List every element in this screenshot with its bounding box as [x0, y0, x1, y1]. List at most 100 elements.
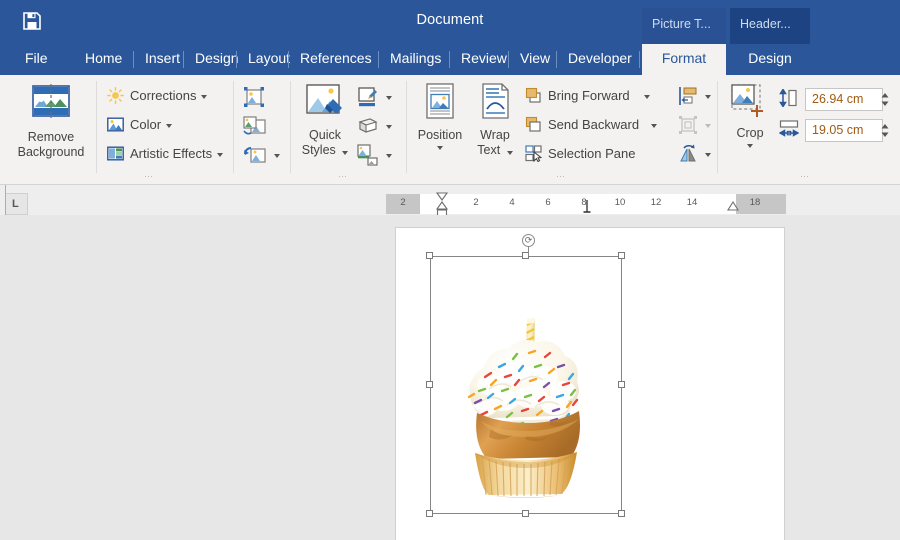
resize-handle-middle-left[interactable]	[426, 381, 433, 388]
bring-forward-button[interactable]: Bring Forward	[525, 87, 650, 104]
wrap-text-label-line2: Text	[477, 143, 501, 157]
chevron-down-icon[interactable]	[437, 146, 443, 150]
group-separator	[406, 81, 407, 173]
contextual-group-picture-tools: Picture T...	[642, 8, 726, 44]
height-spinner[interactable]	[879, 88, 891, 111]
chevron-down-icon[interactable]	[651, 123, 658, 128]
chevron-down-icon	[705, 124, 711, 128]
chevron-down-icon[interactable]	[386, 96, 392, 100]
chevron-down-icon[interactable]	[386, 154, 392, 158]
send-backward-icon	[525, 116, 541, 132]
wrap-text-button[interactable]: Wrap Text	[470, 83, 520, 158]
tab-review[interactable]: Review	[452, 44, 516, 75]
picture-effects-icon	[358, 118, 378, 133]
hruler-tick: 6	[545, 197, 551, 208]
corrections-label: Corrections	[130, 88, 197, 103]
hruler-tick: 2	[400, 197, 406, 208]
group-objects-icon	[679, 116, 697, 134]
tab-developer[interactable]: Developer	[559, 44, 641, 75]
group-separator	[290, 81, 291, 173]
position-button[interactable]: Position	[412, 83, 468, 150]
quick-styles-button[interactable]: Quick Styles	[296, 83, 354, 158]
tab-separator	[449, 51, 450, 68]
picture-layout-icon	[357, 144, 378, 166]
chevron-down-icon[interactable]	[747, 144, 753, 148]
color-label: Color	[130, 117, 162, 132]
chevron-down-icon[interactable]	[705, 95, 711, 99]
align-objects-button[interactable]	[678, 86, 711, 106]
tab-selector-button[interactable]: L	[4, 193, 28, 215]
change-picture-button[interactable]	[243, 115, 267, 137]
tab-stop-marker[interactable]	[582, 198, 592, 214]
tab-format[interactable]: Format	[642, 44, 726, 75]
resize-handle-top-right[interactable]	[618, 252, 625, 259]
color-picture-icon	[107, 117, 124, 132]
tab-view[interactable]: View	[511, 44, 559, 75]
chevron-down-icon[interactable]	[201, 94, 208, 99]
crop-button[interactable]: Crop	[724, 83, 776, 148]
corrections-button[interactable]: Corrections	[107, 87, 208, 104]
chevron-down-icon[interactable]	[643, 94, 650, 99]
wrap-text-label-line1: Wrap	[480, 128, 510, 142]
resize-handle-middle-right[interactable]	[618, 381, 625, 388]
tab-references[interactable]: References	[291, 44, 381, 75]
corrections-sun-icon	[107, 87, 124, 104]
hruler-tick: 18	[749, 197, 761, 208]
word-window: Document Picture T... Header... File Hom…	[0, 0, 900, 540]
chevron-down-icon[interactable]	[342, 151, 349, 155]
remove-background-button[interactable]: Remove Background	[6, 83, 96, 160]
selection-pane-icon	[525, 145, 542, 162]
group-separator	[233, 81, 234, 173]
color-button[interactable]: Color	[107, 116, 173, 133]
artistic-effects-button[interactable]: Artistic Effects	[107, 145, 224, 162]
chevron-down-icon[interactable]	[217, 152, 224, 157]
shape-height-input[interactable]: 26.94 cm	[805, 88, 883, 111]
resize-handle-bottom-center[interactable]	[522, 510, 529, 517]
artistic-effects-icon	[107, 146, 124, 161]
send-backward-button[interactable]: Send Backward	[525, 116, 658, 133]
remove-background-label-line2: Background	[17, 145, 85, 159]
rotate-handle[interactable]: ⟳	[522, 234, 535, 247]
picture-layout-button[interactable]	[357, 144, 392, 166]
tab-mailings[interactable]: Mailings	[381, 44, 450, 75]
chevron-down-icon[interactable]	[166, 123, 173, 128]
picture-border-button[interactable]	[357, 86, 392, 108]
send-backward-label: Send Backward	[548, 117, 640, 132]
tab-home[interactable]: Home	[76, 44, 131, 75]
tab-separator	[288, 51, 289, 68]
position-label: Position	[417, 128, 463, 142]
compress-pictures-button[interactable]	[243, 86, 265, 108]
group-dialog-launcher-styles[interactable]: ⋯	[338, 171, 348, 182]
selection-pane-button[interactable]: Selection Pane	[525, 145, 635, 162]
chevron-down-icon[interactable]	[386, 125, 392, 129]
tab-separator	[378, 51, 379, 68]
picture-effects-button[interactable]	[357, 115, 392, 137]
hruler-tick: 2	[473, 197, 479, 208]
position-icon	[426, 83, 454, 119]
shape-width-input[interactable]: 19.05 cm	[805, 119, 883, 142]
resize-handle-top-left[interactable]	[426, 252, 433, 259]
chevron-down-icon[interactable]	[705, 153, 711, 157]
tab-separator	[508, 51, 509, 68]
group-dialog-launcher-arrange[interactable]: ⋯	[556, 171, 566, 182]
group-separator	[717, 81, 718, 173]
group-dialog-launcher-adjust[interactable]: ⋯	[144, 171, 154, 182]
resize-handle-bottom-right[interactable]	[618, 510, 625, 517]
tab-file[interactable]: File	[16, 44, 57, 75]
reset-picture-button[interactable]	[243, 144, 280, 166]
bring-forward-icon	[525, 87, 541, 103]
image-selection-box[interactable]: ⟳	[426, 234, 625, 517]
horizontal-ruler[interactable]: 2 2 4 6 8 10 12 14 18	[386, 192, 786, 219]
rotate-objects-button[interactable]	[678, 144, 711, 164]
title-bar: Document Picture T... Header...	[0, 0, 900, 44]
group-dialog-launcher-size[interactable]: ⋯	[800, 171, 810, 182]
tab-hf-design[interactable]: Design	[730, 44, 810, 75]
width-spinner[interactable]	[879, 119, 891, 142]
ribbon-tab-bar: File Home Insert Design Layout Reference…	[0, 44, 900, 75]
chevron-down-icon[interactable]	[506, 151, 513, 155]
resize-handle-bottom-left[interactable]	[426, 510, 433, 517]
tab-insert[interactable]: Insert	[136, 44, 189, 75]
chevron-down-icon[interactable]	[274, 154, 280, 158]
hruler-tick: 10	[614, 197, 626, 208]
right-indent-marker[interactable]	[726, 200, 740, 214]
